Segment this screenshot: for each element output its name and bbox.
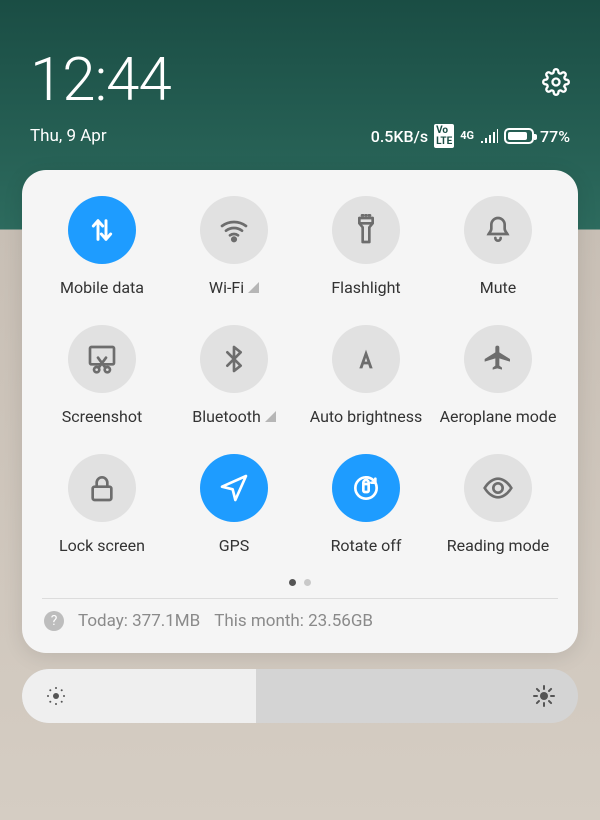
brightness-slider[interactable] (22, 669, 578, 723)
tile-label: Mobile data (60, 278, 144, 297)
gps-icon[interactable] (200, 454, 268, 522)
tile-screenshot[interactable]: Screenshot (36, 325, 168, 426)
page-indicator (36, 579, 564, 586)
tile-mute[interactable]: Mute (432, 196, 564, 297)
date-text: Thu, 9 Apr (30, 126, 107, 146)
pager-dot[interactable] (289, 579, 296, 586)
tile-label: Auto brightness (310, 407, 423, 426)
volte-badge: VoLTE (434, 124, 454, 148)
network-speed: 0.5KB/s (371, 127, 428, 146)
tile-wifi[interactable]: Wi-Fi (168, 196, 300, 297)
screenshot-icon[interactable] (68, 325, 136, 393)
tile-label: Flashlight (331, 278, 400, 297)
data-usage-today: Today: 377.1MB (78, 611, 200, 631)
data-usage-row[interactable]: ? Today: 377.1MB This month: 23.56GB (36, 599, 564, 637)
data-usage-month: This month: 23.56GB (214, 611, 373, 631)
mobile-data-icon[interactable] (68, 196, 136, 264)
tile-gps[interactable]: GPS (168, 454, 300, 555)
flashlight-icon[interactable] (332, 196, 400, 264)
mute-icon[interactable] (464, 196, 532, 264)
tile-aeroplane-mode[interactable]: Aeroplane mode (432, 325, 564, 426)
tile-bluetooth[interactable]: Bluetooth (168, 325, 300, 426)
tile-auto-brightness[interactable]: Auto brightness (300, 325, 432, 426)
rotate-off-icon[interactable] (332, 454, 400, 522)
status-bar-right: 0.5KB/s VoLTE 4G 77% (371, 124, 570, 148)
quick-settings-panel: Mobile data Wi-Fi Flashlight Mute Screenshot… (22, 170, 578, 653)
signal-triangle-icon (265, 411, 276, 422)
settings-gear-icon[interactable] (542, 68, 570, 96)
auto-brightness-icon[interactable] (332, 325, 400, 393)
aeroplane-mode-icon[interactable] (464, 325, 532, 393)
pager-dot[interactable] (304, 579, 311, 586)
brightness-high-icon (532, 684, 556, 708)
lock-screen-icon[interactable] (68, 454, 136, 522)
tile-rotate-off[interactable]: Rotate off (300, 454, 432, 555)
help-icon: ? (44, 611, 64, 631)
tile-label: Wi-Fi (209, 278, 244, 297)
bluetooth-icon[interactable] (200, 325, 268, 393)
network-type: 4G (460, 131, 474, 141)
cellular-signal-icon (480, 129, 498, 143)
tile-label: GPS (219, 536, 250, 555)
tile-label: Rotate off (331, 536, 402, 555)
tile-lock-screen[interactable]: Lock screen (36, 454, 168, 555)
tile-label: Mute (480, 278, 517, 297)
brightness-low-icon (44, 684, 68, 708)
tile-label: Lock screen (59, 536, 145, 555)
battery-icon (504, 128, 534, 144)
tile-reading-mode[interactable]: Reading mode (432, 454, 564, 555)
signal-triangle-icon (248, 282, 259, 293)
clock-time: 12:44 (30, 50, 171, 110)
wifi-icon[interactable] (200, 196, 268, 264)
tile-flashlight[interactable]: Flashlight (300, 196, 432, 297)
tile-label: Reading mode (447, 536, 549, 555)
reading-mode-icon[interactable] (464, 454, 532, 522)
tile-mobile-data[interactable]: Mobile data (36, 196, 168, 297)
tile-label: Bluetooth (192, 407, 261, 426)
tile-label: Aeroplane mode (440, 407, 557, 426)
tile-label: Screenshot (62, 407, 142, 426)
battery-percent: 77% (540, 127, 570, 146)
